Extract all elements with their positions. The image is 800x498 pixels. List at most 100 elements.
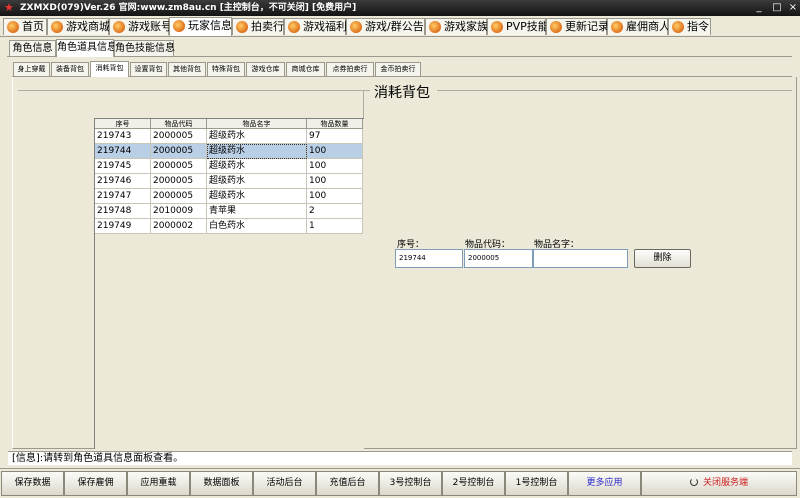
tab-icon <box>491 21 503 33</box>
cell-name[interactable]: 超级药水 <box>207 129 307 144</box>
close-window-button[interactable]: × <box>786 0 800 16</box>
data-panel-button[interactable]: 数据面板 <box>190 471 253 496</box>
cell-id[interactable]: 219746 <box>95 174 151 189</box>
cell-id[interactable]: 219743 <box>95 129 151 144</box>
tab-announcements[interactable]: 游戏/群公告 <box>346 18 425 35</box>
maximize-button[interactable]: □ <box>770 0 784 16</box>
tab-game-account[interactable]: 游戏账号 <box>109 18 172 35</box>
cell-name[interactable]: 超级药水 <box>207 189 307 204</box>
tab-game-storage[interactable]: 游戏仓库 <box>246 62 285 76</box>
table-row[interactable]: 219747 2000005 超级药水 100 <box>95 189 363 204</box>
tab-icon <box>672 21 684 33</box>
tab-equip-bag[interactable]: 装备背包 <box>51 62 89 76</box>
table-body: 219743 2000005 超级药水 97 219744 2000005 超级… <box>95 129 363 234</box>
tab-commands[interactable]: 指令 <box>668 18 711 35</box>
cell-name[interactable]: 白色药水 <box>207 219 307 234</box>
tab-icon <box>173 20 185 32</box>
app-logo-icon: ★ <box>4 1 14 14</box>
cell-name[interactable]: 超级药水 <box>207 144 307 159</box>
column-header-code[interactable]: 物品代码 <box>151 119 207 129</box>
tab-update-log[interactable]: 更新记录 <box>546 18 609 35</box>
cell-code[interactable]: 2000005 <box>151 159 207 174</box>
tab-icon <box>7 21 19 33</box>
more-apps-button[interactable]: 更多应用 <box>568 471 641 496</box>
cell-id[interactable]: 219749 <box>95 219 151 234</box>
cell-quantity[interactable]: 100 <box>307 159 363 174</box>
minimize-button[interactable]: _ <box>752 0 766 16</box>
tab-game-mall[interactable]: 游戏商城 <box>47 18 110 35</box>
main-tab-strip: 首页 游戏商城 游戏账号 玩家信息 拍卖行 游戏福利 游戏/群公告 游戏家族 P… <box>0 17 800 37</box>
table-row-selected[interactable]: 219744 2000005 超级药水 100 <box>95 144 363 159</box>
tab-icon <box>550 21 562 33</box>
cell-code[interactable]: 2000005 <box>151 189 207 204</box>
column-header-quantity[interactable]: 物品数量 <box>307 119 363 129</box>
tab-consume-bag[interactable]: 消耗背包 <box>90 61 129 77</box>
table-row[interactable]: 219749 2000002 白色药水 1 <box>95 219 363 234</box>
tab-icon <box>429 21 441 33</box>
cell-name[interactable]: 超级药水 <box>207 159 307 174</box>
cell-quantity[interactable]: 97 <box>307 129 363 144</box>
tab-character-skills[interactable]: 角色技能信息 <box>114 40 175 56</box>
sub-tab-strip: 角色信息 角色道具信息 角色技能信息 <box>7 39 792 57</box>
tab-home[interactable]: 首页 <box>3 18 47 35</box>
console-1-button[interactable]: 1号控制台 <box>505 471 568 496</box>
tab-pvp-skills[interactable]: PVP技能 <box>487 18 549 35</box>
cell-id[interactable]: 219748 <box>95 204 151 219</box>
cell-quantity[interactable]: 100 <box>307 189 363 204</box>
group-border-right <box>437 90 792 91</box>
cell-code[interactable]: 2010009 <box>151 204 207 219</box>
cell-id[interactable]: 219744 <box>95 144 151 159</box>
table-row[interactable]: 219745 2000005 超级药水 100 <box>95 159 363 174</box>
activity-backend-button[interactable]: 活动后台 <box>253 471 316 496</box>
tab-equipped[interactable]: 身上穿戴 <box>13 62 50 76</box>
tab-icon <box>350 21 362 33</box>
group-border-left <box>18 90 370 91</box>
table-row[interactable]: 219748 2010009 青苹果 2 <box>95 204 363 219</box>
save-data-button[interactable]: 保存数据 <box>1 471 64 496</box>
cell-name[interactable]: 青苹果 <box>207 204 307 219</box>
tab-game-welfare[interactable]: 游戏福利 <box>284 18 347 35</box>
name-field[interactable] <box>533 249 628 268</box>
code-field[interactable]: 2000005 <box>464 249 533 268</box>
console-3-button[interactable]: 3号控制台 <box>379 471 442 496</box>
cell-quantity[interactable]: 1 <box>307 219 363 234</box>
tab-icon <box>611 21 623 33</box>
cell-code[interactable]: 2000005 <box>151 129 207 144</box>
item-table[interactable]: 序号 物品代码 物品名字 物品数量 219743 2000005 超级药水 97… <box>94 118 364 449</box>
cell-quantity[interactable]: 100 <box>307 144 363 159</box>
table-row[interactable]: 219743 2000005 超级药水 97 <box>95 129 363 144</box>
delete-button[interactable]: 删除 <box>634 249 691 268</box>
tab-special-bag[interactable]: 特殊背包 <box>207 62 245 76</box>
reload-app-button[interactable]: 应用重载 <box>127 471 190 496</box>
tab-mall-storage[interactable]: 商城仓库 <box>286 62 325 76</box>
power-icon <box>689 477 698 486</box>
column-header-id[interactable]: 序号 <box>95 119 151 129</box>
tab-player-info[interactable]: 玩家信息 <box>169 17 232 36</box>
save-hire-button[interactable]: 保存雇佣 <box>64 471 127 496</box>
cell-code[interactable]: 2000005 <box>151 144 207 159</box>
cell-id[interactable]: 219745 <box>95 159 151 174</box>
cell-code[interactable]: 2000002 <box>151 219 207 234</box>
tab-game-family[interactable]: 游戏家族 <box>425 18 488 35</box>
tab-coupon-auction[interactable]: 点券拍卖行 <box>326 62 374 76</box>
cell-quantity[interactable]: 100 <box>307 174 363 189</box>
cell-code[interactable]: 2000005 <box>151 174 207 189</box>
table-header: 序号 物品代码 物品名字 物品数量 <box>95 119 363 129</box>
tab-character-info[interactable]: 角色信息 <box>9 40 56 56</box>
cell-quantity[interactable]: 2 <box>307 204 363 219</box>
console-2-button[interactable]: 2号控制台 <box>442 471 505 496</box>
cell-id[interactable]: 219747 <box>95 189 151 204</box>
id-field[interactable]: 219744 <box>395 249 463 268</box>
table-row[interactable]: 219746 2000005 超级药水 100 <box>95 174 363 189</box>
tab-gold-auction[interactable]: 金币拍卖行 <box>375 62 421 76</box>
tab-auction[interactable]: 拍卖行 <box>232 18 284 35</box>
tab-setup-bag[interactable]: 设置背包 <box>130 62 167 76</box>
tab-etc-bag[interactable]: 其他背包 <box>168 62 206 76</box>
cell-name[interactable]: 超级药水 <box>207 174 307 189</box>
tab-hired-merchant[interactable]: 雇佣商人 <box>607 18 670 35</box>
close-server-button[interactable]: 关闭服务端 <box>641 471 797 496</box>
recharge-backend-button[interactable]: 充值后台 <box>316 471 379 496</box>
tab-character-items[interactable]: 角色道具信息 <box>56 39 117 57</box>
close-server-label: 关闭服务端 <box>702 478 748 488</box>
column-header-name[interactable]: 物品名字 <box>207 119 307 129</box>
